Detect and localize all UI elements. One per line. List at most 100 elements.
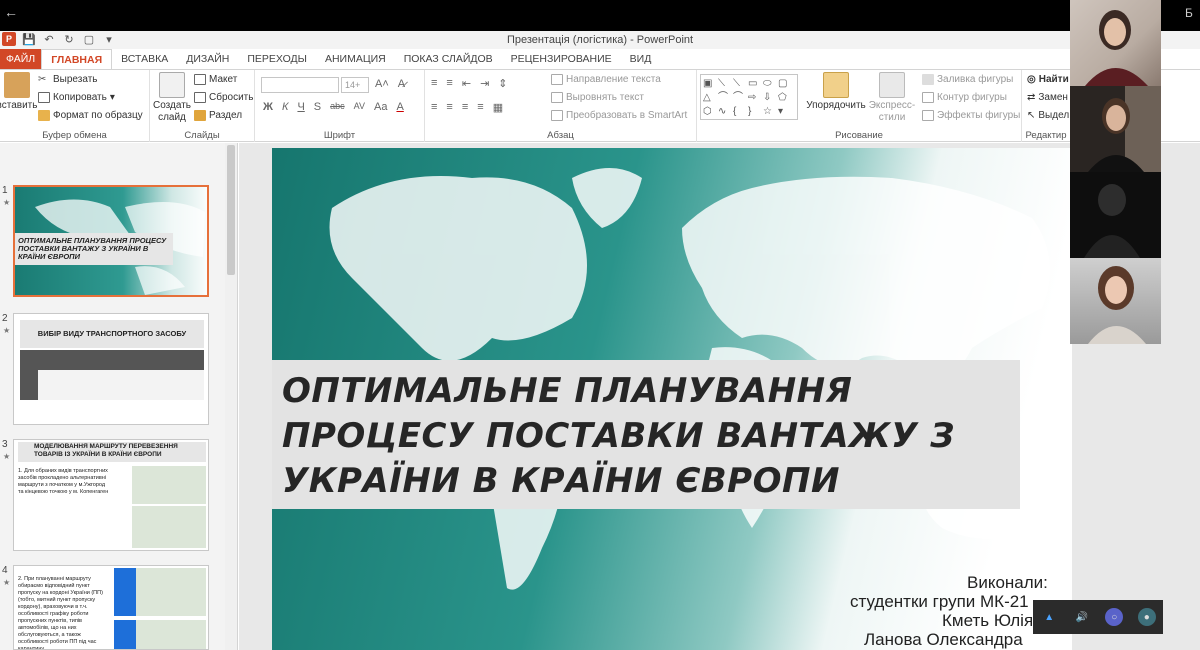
back-arrow-icon[interactable]: ← — [4, 4, 18, 20]
clear-format-icon[interactable]: A̷ — [398, 78, 405, 90]
select-label: Выдел — [1038, 110, 1070, 121]
tab-transitions[interactable]: ПЕРЕХОДЫ — [238, 49, 316, 69]
new-slide-button[interactable]: Создать слайд — [152, 72, 192, 124]
curve-shape-icon[interactable]: ∿ — [718, 105, 732, 118]
columns-icon[interactable]: ▦ — [493, 101, 503, 114]
main-slide[interactable]: ОПТИМАЛЬНЕ ПЛАНУВАННЯ ПРОЦЕСУ ПОСТАВКИ В… — [272, 148, 1072, 650]
tab-slideshow[interactable]: ПОКАЗ СЛАЙДОВ — [395, 49, 502, 69]
arrow-right-shape-icon[interactable]: ⇨ — [748, 91, 762, 104]
tab-view[interactable]: ВИД — [621, 49, 661, 69]
section-button[interactable]: Раздел — [194, 110, 242, 121]
volume-icon[interactable]: 🔊 — [1073, 608, 1091, 626]
italic-button[interactable]: К — [282, 101, 288, 113]
bullets-icon[interactable]: ≡ — [431, 77, 437, 90]
decrease-indent-icon[interactable]: ⇤ — [462, 77, 471, 90]
binoculars-icon: ◎ — [1027, 74, 1036, 85]
video-participant-3[interactable] — [1070, 172, 1161, 258]
rect-shape-icon[interactable]: ▭ — [748, 77, 762, 90]
video-participant-1[interactable] — [1070, 0, 1161, 86]
rounded-rect-shape-icon[interactable]: ▢ — [778, 77, 792, 90]
line-spacing-icon[interactable]: ⇕ — [498, 77, 507, 90]
shapes-gallery[interactable]: ▣ ⟍ ⟍ ▭ ⬭ ▢ △ ⌒ ⌒ ⇨ ⇩ ⬠ ⬡ ∿{} ☆ ▾ — [700, 74, 798, 120]
slide-number-1: 1 — [2, 185, 8, 196]
find-button[interactable]: ◎ Найти — [1027, 74, 1069, 85]
justify-icon[interactable]: ≡ — [477, 101, 483, 114]
drawing-group-label: Рисование — [835, 130, 883, 141]
editing-group: ◎ Найти ⇄ Замен ↖ Выдел Редактир — [1022, 70, 1070, 142]
hexagon-shape-icon[interactable]: ⬡ — [703, 105, 717, 118]
star-shape-icon[interactable]: ☆ — [763, 105, 777, 118]
brace-left-shape-icon[interactable]: { — [733, 105, 747, 118]
app-tray-icon[interactable]: ○ — [1105, 608, 1124, 626]
find-label: Найти — [1038, 74, 1069, 85]
video-participant-4[interactable] — [1070, 258, 1161, 344]
new-slide-label: Создать — [152, 100, 191, 111]
quick-styles-label: Экспресс- — [868, 100, 916, 111]
line-shape-icon[interactable]: ⟍ — [718, 77, 732, 90]
font-size-buttons: A˄ A̷ — [375, 78, 405, 90]
case-button[interactable]: Aa — [374, 101, 387, 113]
layout-button[interactable]: Макет — [194, 74, 237, 85]
quick-styles-button[interactable]: Экспресс- стили — [867, 72, 917, 124]
slide-thumbnail-3[interactable]: МОДЕЛЮВАННЯ МАРШРУТУ ПЕРЕВЕЗЕННЯ ТОВАРІВ… — [13, 439, 209, 551]
reset-button[interactable]: Сбросить — [194, 92, 253, 103]
network-tray-icon[interactable]: ● — [1137, 608, 1156, 626]
layout-label: Макет — [209, 74, 238, 85]
spacing-button[interactable]: AV — [354, 101, 365, 113]
underline-button[interactable]: Ч — [297, 101, 304, 113]
align-center-icon[interactable]: ≡ — [446, 101, 452, 114]
bluetooth-icon[interactable]: ▲ — [1040, 608, 1058, 626]
scrollbar-thumb[interactable] — [227, 145, 235, 275]
strike-button[interactable]: abc — [330, 101, 345, 113]
brace-right-shape-icon[interactable]: } — [748, 105, 762, 118]
slide-thumbnail-4[interactable]: 2. При плануванні маршруту обираємо відп… — [13, 565, 209, 650]
cut-button[interactable]: ✂ Вырезать — [38, 74, 97, 85]
line2-shape-icon[interactable]: ⟍ — [733, 77, 747, 90]
format-painter-button[interactable]: Формат по образцу — [38, 110, 143, 121]
brush-icon — [38, 110, 50, 121]
tab-insert[interactable]: ВСТАВКА — [112, 49, 177, 69]
shape-effects-button[interactable]: Эффекты фигуры — [922, 110, 1020, 121]
animation-star-icon: ★ — [3, 452, 11, 461]
select-button[interactable]: ↖ Выдел — [1027, 110, 1069, 121]
textbox-shape-icon[interactable]: ▣ — [703, 77, 717, 90]
align-left-icon[interactable]: ≡ — [431, 101, 437, 114]
slide-thumbnail-2[interactable]: ВИБІР ВИДУ ТРАНСПОРТНОГО ЗАСОБУ — [13, 313, 209, 425]
copy-button[interactable]: Копировать ▾ — [38, 92, 115, 103]
screen: ← Б P 💾 ↶ ↻ ▢ ▾ Презентація (логістика) … — [0, 0, 1200, 650]
text-direction-button[interactable]: Направление текста — [551, 74, 661, 85]
numbering-icon[interactable]: ≡ — [446, 77, 452, 90]
video-participant-2[interactable] — [1070, 86, 1161, 172]
shape-fill-button[interactable]: Заливка фигуры — [922, 74, 1013, 85]
align-text-button[interactable]: Выровнять текст — [551, 92, 644, 103]
elbow2-shape-icon[interactable]: ⌒ — [733, 91, 747, 104]
slide-thumbnail-1[interactable]: ОПТИМАЛЬНЕ ПЛАНУВАННЯ ПРОЦЕСУ ПОСТАВКИ В… — [13, 185, 209, 297]
tab-design[interactable]: ДИЗАЙН — [177, 49, 238, 69]
tab-file[interactable]: ФАЙЛ — [0, 49, 42, 69]
tab-review[interactable]: РЕЦЕНЗИРОВАНИЕ — [502, 49, 621, 69]
font-size-combo[interactable]: 14+ — [341, 77, 369, 93]
more-shapes-icon[interactable]: ▾ — [778, 105, 792, 118]
align-right-icon[interactable]: ≡ — [462, 101, 468, 114]
smartart-button[interactable]: Преобразовать в SmartArt — [551, 110, 687, 121]
oval-shape-icon[interactable]: ⬭ — [763, 77, 777, 90]
font-group-label: Шрифт — [323, 130, 356, 141]
shape-outline-button[interactable]: Контур фигуры — [922, 92, 1007, 103]
triangle-shape-icon[interactable]: △ — [703, 91, 717, 104]
font-family-combo[interactable] — [261, 77, 339, 93]
arrange-button[interactable]: Упорядочить — [805, 72, 867, 112]
font-color-button[interactable]: A — [396, 101, 403, 113]
grow-font-icon[interactable]: A˄ — [375, 78, 389, 90]
elbow-shape-icon[interactable]: ⌒ — [718, 91, 732, 104]
arrow-down-shape-icon[interactable]: ⇩ — [763, 91, 777, 104]
increase-indent-icon[interactable]: ⇥ — [480, 77, 489, 90]
pentagon-shape-icon[interactable]: ⬠ — [778, 91, 792, 104]
replace-button[interactable]: ⇄ Замен — [1027, 92, 1068, 103]
thumbnails-scrollbar[interactable] — [225, 143, 237, 650]
tab-animations[interactable]: АНИМАЦИЯ — [316, 49, 395, 69]
bold-button[interactable]: Ж — [263, 101, 273, 113]
tab-home[interactable]: ГЛАВНАЯ — [41, 49, 113, 69]
participant-2-avatar — [1088, 86, 1161, 172]
shadow-button[interactable]: S — [314, 101, 321, 113]
paste-button[interactable]: вставить — [0, 72, 37, 112]
